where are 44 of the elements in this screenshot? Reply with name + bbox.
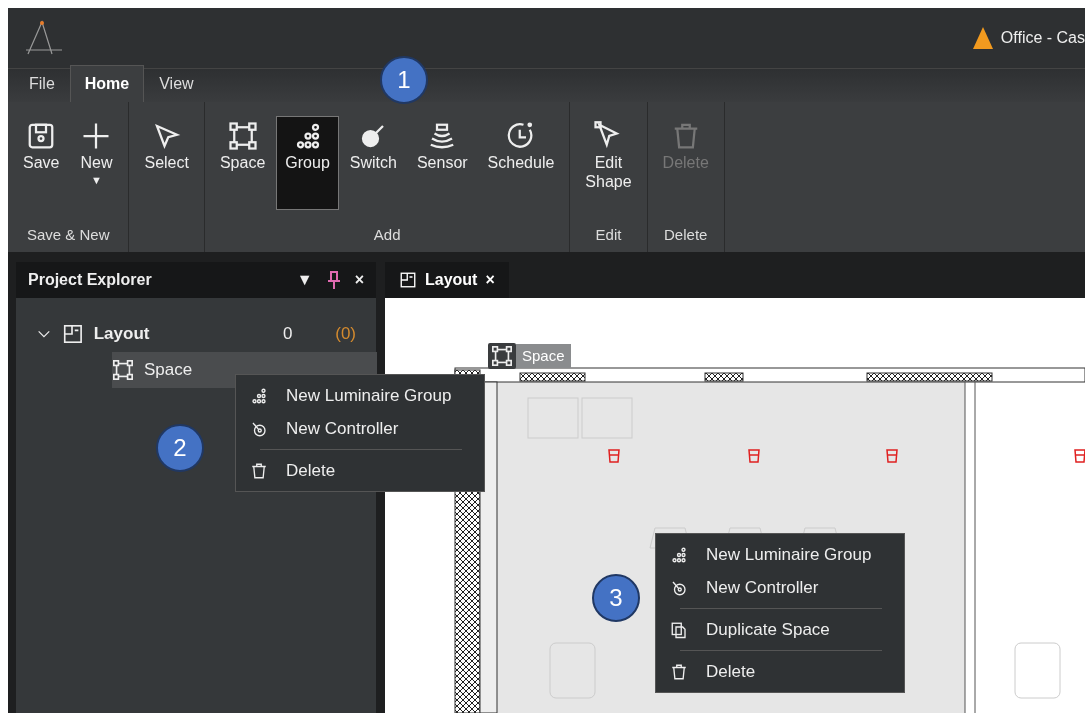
copy-icon <box>670 620 688 639</box>
group-label: Save & New <box>25 224 111 245</box>
ribbon-tab[interactable]: View <box>144 65 209 102</box>
close-button[interactable]: × <box>485 268 495 292</box>
layout-icon <box>61 323 84 345</box>
window-title: Office - Cas <box>1000 28 1085 48</box>
frame-icon <box>227 121 258 151</box>
logo-icon <box>24 20 64 56</box>
menu-item[interactable]: Delete <box>246 454 474 487</box>
panel-title: Project Explorer <box>28 270 152 290</box>
trash-icon <box>670 662 688 681</box>
dots-grid-icon <box>670 545 688 564</box>
trash-icon <box>250 461 268 480</box>
dropdown-button[interactable]: ▼ <box>296 268 313 292</box>
ribbon-button[interactable]: Group <box>276 116 339 210</box>
group-label: Add <box>372 224 402 245</box>
ribbon-button[interactable]: Select <box>135 116 198 210</box>
space-label: Space <box>516 343 571 369</box>
tree-item[interactable]: Layout 0 (0) <box>36 316 356 352</box>
ribbon-button[interactable]: Switch <box>340 116 406 210</box>
ribbon-button[interactable]: Schedule <box>478 116 564 210</box>
frame-icon <box>112 359 134 381</box>
ribbon-button[interactable]: Edit Shape <box>576 116 641 210</box>
pin-icon[interactable] <box>326 271 341 289</box>
ribbon-tab[interactable]: File <box>14 65 70 102</box>
menu-item[interactable]: New Luminaire Group <box>666 538 894 571</box>
menu-item[interactable]: New Controller <box>666 571 894 604</box>
document-tab[interactable]: Layout × <box>385 262 509 298</box>
ribbon-button[interactable]: Save <box>14 116 69 210</box>
layout-icon <box>399 271 417 289</box>
group-label: Delete <box>663 224 709 245</box>
ribbon-button[interactable]: New ▼ <box>70 116 123 210</box>
ribbon-button[interactable]: Sensor <box>407 116 477 210</box>
close-button[interactable]: × <box>354 268 364 292</box>
group-label: Edit <box>594 224 623 245</box>
plus-icon <box>81 121 112 151</box>
menu-item[interactable]: Delete <box>666 655 894 688</box>
frame-icon <box>491 345 513 367</box>
menu-item[interactable]: Duplicate Space <box>666 613 894 646</box>
menu-item[interactable]: New Controller <box>246 412 474 445</box>
app-icon <box>972 27 993 49</box>
dots-grid-icon <box>250 386 268 405</box>
ribbon-tab[interactable]: Home <box>69 65 145 102</box>
ribbon-button[interactable]: Space <box>210 116 275 210</box>
